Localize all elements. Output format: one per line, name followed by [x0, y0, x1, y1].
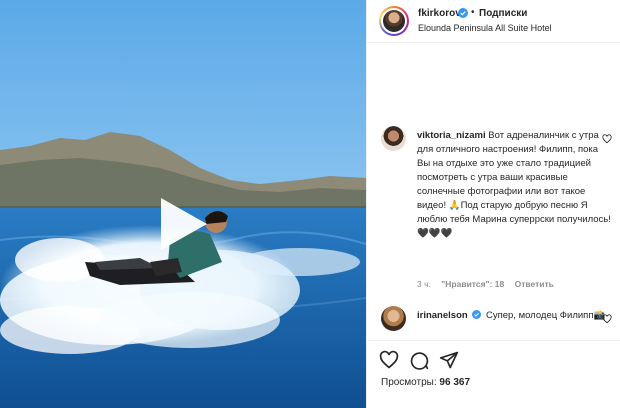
share-icon[interactable]	[439, 350, 459, 370]
post-video[interactable]	[0, 0, 366, 408]
author-username[interactable]: fkirkorov	[418, 8, 461, 19]
verified-badge-icon	[472, 310, 482, 319]
comment-avatar[interactable]	[381, 126, 406, 151]
heart-icon[interactable]	[602, 314, 612, 324]
heart-icon[interactable]	[379, 350, 399, 370]
comment-icon[interactable]	[409, 350, 429, 370]
post-sidebar: fkirkorov • Подписки Elounda Peninsula A…	[366, 0, 620, 408]
comment-text: viktoria_nizami Вот адреналинчик с утра …	[417, 129, 613, 241]
comment-body: Супер, молодец Филипп📸	[485, 310, 606, 321]
comment-body: Вот адреналинчик с утра для отличного на…	[417, 130, 611, 239]
header-separator: •	[471, 7, 475, 18]
views-value: 96 367	[439, 377, 471, 388]
follow-button[interactable]: Подписки	[479, 8, 527, 19]
post-actions: Просмотры: 96 367	[367, 340, 620, 408]
play-icon[interactable]	[151, 192, 215, 256]
comment-time[interactable]: 3 ч.	[417, 279, 431, 289]
views-count: Просмотры: 96 367	[381, 377, 470, 388]
heart-icon[interactable]	[602, 134, 612, 144]
verified-badge-icon	[458, 8, 468, 18]
reply-button[interactable]: Ответить	[515, 279, 554, 289]
author-avatar[interactable]	[379, 6, 409, 36]
post-location[interactable]: Elounda Peninsula All Suite Hotel	[418, 23, 552, 33]
post-header: fkirkorov • Подписки Elounda Peninsula A…	[367, 0, 620, 43]
comments-list[interactable]: viktoria_nizami Вот адреналинчик с утра …	[367, 44, 620, 340]
comment-text: irinanelson Супер, молодец Филипп📸	[417, 309, 613, 323]
comment-username[interactable]: viktoria_nizami	[417, 130, 486, 141]
comment-likes[interactable]: "Нравится": 18	[441, 279, 504, 289]
comment-meta: 3 ч. "Нравится": 18 Ответить	[417, 279, 562, 289]
comment-username[interactable]: irinanelson	[417, 310, 468, 321]
comment-avatar[interactable]	[381, 306, 406, 331]
views-label: Просмотры:	[381, 377, 437, 388]
